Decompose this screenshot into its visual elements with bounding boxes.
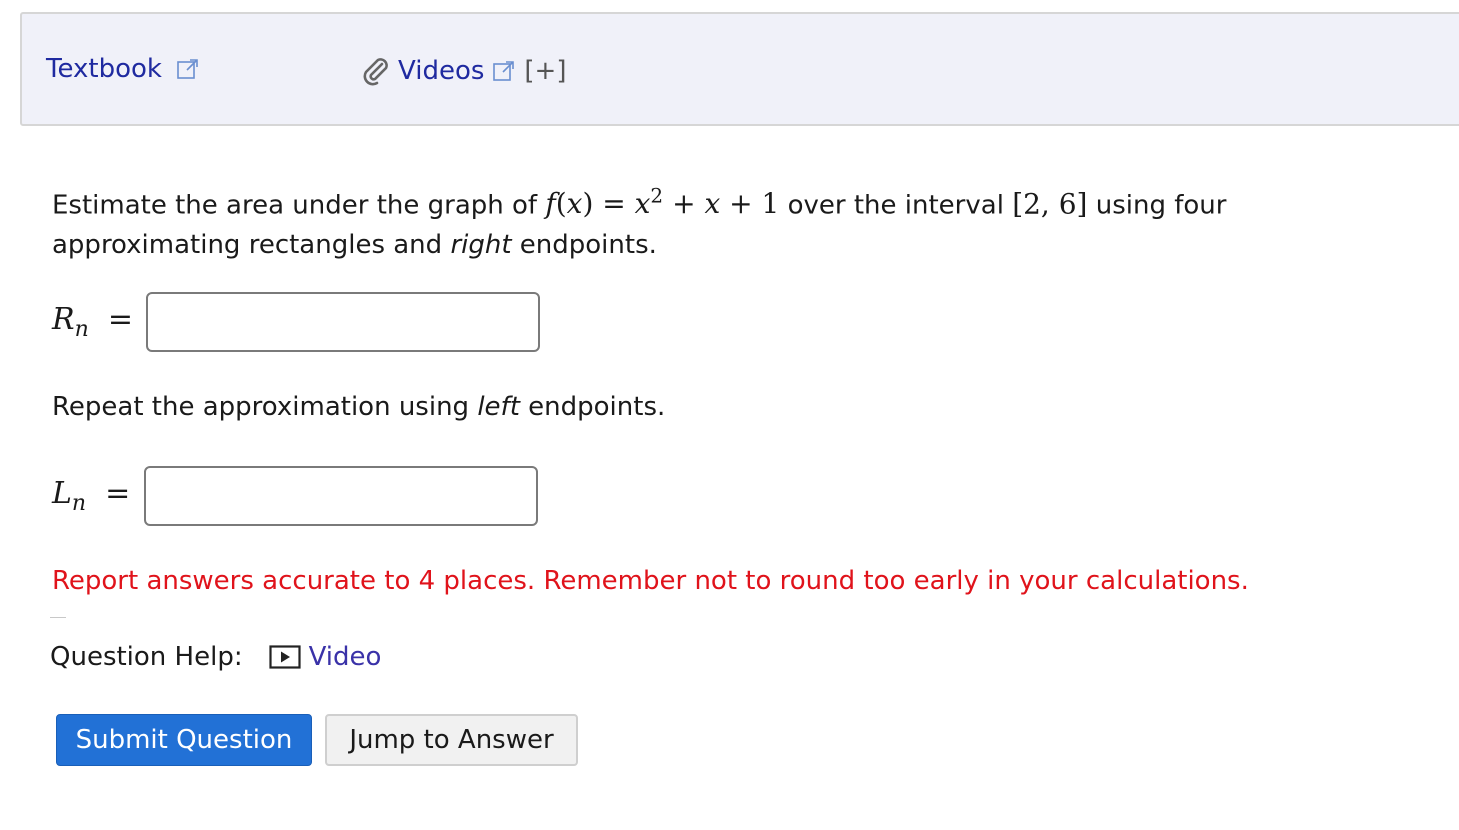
precision-warning: Report answers accurate to 4 places. Rem…: [52, 566, 1249, 596]
textbook-link[interactable]: Textbook: [46, 56, 200, 82]
expand-toggle[interactable]: [+]: [524, 58, 566, 84]
submit-question-button[interactable]: Submit Question: [56, 714, 312, 766]
videos-link[interactable]: Videos [+]: [360, 56, 566, 86]
function-expression: f(x) = x2 + x + 1: [545, 184, 780, 221]
question-text: Estimate the area under the graph of f(x…: [52, 184, 1227, 261]
right-sum-input[interactable]: [146, 292, 540, 352]
left-sum-label: Ln =: [52, 476, 131, 516]
right-sum-label: Rn =: [52, 302, 133, 342]
divider: [50, 617, 66, 618]
left-endpoint-row: Ln =: [52, 466, 538, 526]
help-video-link[interactable]: Video: [268, 642, 382, 672]
videos-link-label: Videos: [398, 56, 485, 86]
help-video-label: Video: [308, 642, 382, 672]
textbook-link-label: Textbook: [46, 54, 162, 84]
right-endpoint-row: Rn =: [52, 292, 540, 352]
question-help: Question Help: Video: [50, 642, 381, 672]
question-help-label: Question Help:: [50, 642, 243, 672]
external-link-icon: [493, 61, 515, 81]
left-sum-input[interactable]: [144, 466, 538, 526]
interval: [2, 6]: [1012, 187, 1088, 221]
resource-bar: Textbook Videos [+]: [20, 12, 1459, 126]
external-link-icon: [177, 59, 198, 79]
repeat-text: Repeat the approximation using left endp…: [52, 392, 666, 422]
jump-to-answer-button[interactable]: Jump to Answer: [325, 714, 578, 766]
paperclip-icon: [363, 58, 388, 86]
video-play-icon: [268, 645, 301, 669]
